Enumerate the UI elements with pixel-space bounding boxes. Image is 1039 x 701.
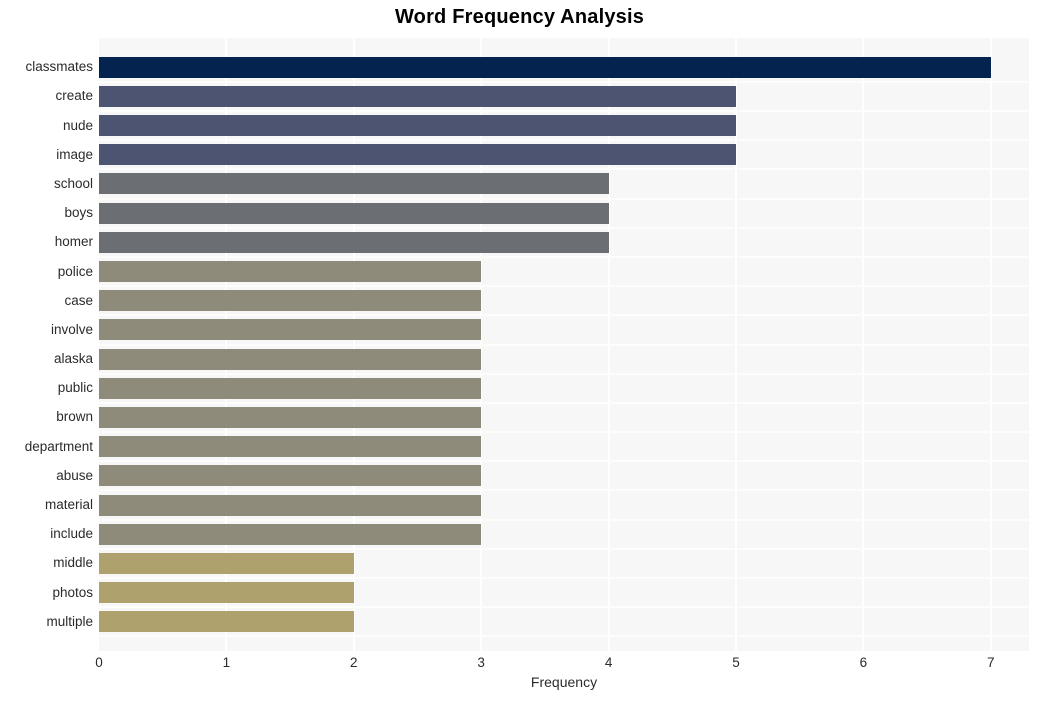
bar[interactable]: [99, 202, 609, 224]
y-tick-label: classmates: [25, 59, 93, 75]
bar[interactable]: [99, 231, 609, 253]
y-tick-label: case: [64, 292, 93, 308]
gridline-horizontal: [99, 489, 1029, 492]
x-tick-label: 4: [604, 655, 613, 670]
bar[interactable]: [99, 319, 482, 341]
chart-title: Word Frequency Analysis: [394, 6, 645, 28]
gridline-horizontal: [99, 255, 1029, 258]
bar[interactable]: [99, 611, 354, 633]
bar[interactable]: [99, 406, 482, 428]
bar[interactable]: [99, 173, 609, 195]
bar[interactable]: [99, 523, 482, 545]
gridline-horizontal: [99, 139, 1029, 142]
gridline-horizontal: [99, 460, 1029, 463]
bar[interactable]: [99, 144, 736, 166]
y-tick-label: public: [57, 380, 93, 396]
x-tick-label: 7: [987, 655, 995, 670]
gridline-horizontal: [99, 547, 1029, 550]
chart-figure: Word Frequency Analysis classmates create…: [0, 0, 1039, 701]
y-tick-label: material: [44, 497, 93, 513]
y-tick-label: alaska: [53, 351, 93, 367]
gridline-horizontal: [99, 109, 1029, 112]
y-tick-label: department: [24, 438, 93, 454]
bar[interactable]: [99, 348, 482, 370]
x-tick-label: 5: [732, 655, 740, 670]
y-tick-label: multiple: [46, 613, 93, 629]
bar[interactable]: [99, 261, 482, 283]
y-tick-label: homer: [54, 234, 93, 250]
y-tick-label: nude: [62, 117, 93, 133]
bar[interactable]: [99, 494, 482, 516]
y-tick-label: include: [50, 526, 93, 542]
gridline-horizontal: [99, 372, 1029, 375]
gridline-horizontal: [99, 285, 1029, 288]
x-tick-label: 0: [95, 655, 103, 670]
gridline-horizontal: [99, 226, 1029, 229]
y-tick-label: boys: [64, 205, 93, 221]
y-tick-label: photos: [52, 584, 93, 600]
x-tick-label: 1: [222, 655, 231, 670]
bar[interactable]: [99, 552, 354, 574]
x-tick-label: 3: [477, 655, 485, 670]
y-tick-label: police: [57, 263, 93, 279]
bar[interactable]: [99, 56, 991, 78]
x-axis-title: Frequency: [530, 674, 598, 690]
gridline-horizontal: [99, 168, 1029, 171]
y-tick-label: image: [56, 146, 93, 162]
x-tick-label: 2: [350, 655, 358, 670]
gridline-horizontal: [99, 343, 1029, 346]
gridline-horizontal: [99, 401, 1029, 404]
gridline-horizontal: [99, 80, 1029, 83]
bar[interactable]: [99, 115, 736, 137]
y-tick-label: middle: [53, 555, 93, 571]
plot-area: [99, 38, 1029, 651]
bar[interactable]: [99, 377, 482, 399]
gridline-horizontal: [99, 518, 1029, 521]
gridline-horizontal: [99, 577, 1029, 580]
y-tick-label: abuse: [56, 467, 93, 483]
gridline-horizontal: [99, 431, 1029, 434]
y-tick-label: brown: [56, 409, 93, 425]
bar[interactable]: [99, 85, 736, 107]
gridline-horizontal: [99, 606, 1029, 609]
gridline-horizontal: [99, 635, 1029, 638]
y-tick-label: school: [53, 175, 93, 191]
bar[interactable]: [99, 290, 482, 312]
y-axis-tick-labels: classmates create nude image school boys homer…: [0, 38, 93, 651]
gridline-horizontal: [99, 314, 1029, 317]
bar[interactable]: [99, 465, 482, 487]
bar[interactable]: [99, 582, 354, 604]
bar[interactable]: [99, 436, 482, 458]
x-tick-label: 6: [859, 655, 868, 670]
gridline-horizontal: [99, 197, 1029, 200]
y-tick-label: create: [55, 88, 93, 104]
y-tick-label: involve: [50, 321, 93, 337]
